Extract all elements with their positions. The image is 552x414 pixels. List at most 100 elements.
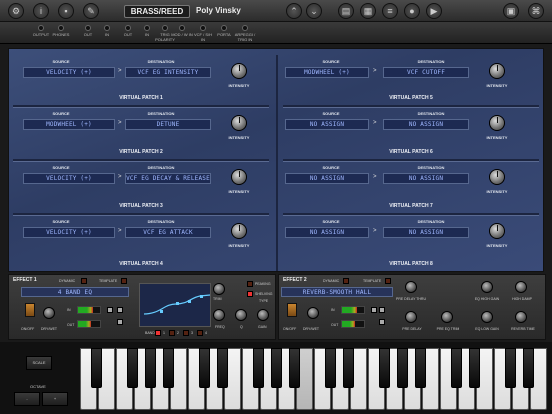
intensity-knob[interactable] [489,63,505,79]
destination-display[interactable]: VCF EG INTENSITY [125,67,211,78]
play-icon[interactable]: ▶ [426,3,442,19]
jack-vcf-sh-in[interactable]: VCF / S/H IN [192,25,214,42]
source-display[interactable]: VELOCITY (+) [23,227,115,238]
black-key[interactable] [91,348,102,388]
dry-wet-knob[interactable] [43,307,55,319]
black-key[interactable] [271,348,282,388]
jack-porta[interactable]: PORTA [213,25,235,37]
patch-icon[interactable]: ⌘ [528,3,544,19]
band-3-led[interactable] [183,330,189,336]
pre-delay-knob[interactable] [405,311,417,323]
effect-2-onoff-switch[interactable] [287,303,297,317]
black-key[interactable] [127,348,138,388]
scale-button[interactable]: SCALE [26,356,52,370]
dynamic-led[interactable] [343,278,349,284]
intensity-knob[interactable] [489,115,505,131]
black-key[interactable] [451,348,462,388]
meter-switch[interactable] [107,307,113,313]
jack-phones[interactable]: PHONES [50,25,72,37]
black-key[interactable] [289,348,300,388]
template-led[interactable] [385,278,391,284]
meter-switch[interactable] [117,319,123,325]
shelving-led[interactable] [247,291,253,297]
jack-arpeggi-trig-in[interactable]: ARPEGGI / TRIG IN [234,25,256,42]
sliders-icon[interactable]: ≡ [382,3,398,19]
q-knob[interactable] [235,309,247,321]
dry-wet-knob[interactable] [307,307,319,319]
keyboard-icon[interactable]: ▦ [360,3,376,19]
midi-icon[interactable]: ▤ [338,3,354,19]
meter-switch[interactable] [379,319,385,325]
gear-icon[interactable]: ⚙ [8,3,24,19]
gain-knob[interactable] [257,309,269,321]
black-key[interactable] [415,348,426,388]
black-key[interactable] [343,348,354,388]
eq-low-gain-knob[interactable] [481,311,493,323]
octave-up-button[interactable]: + [42,392,68,406]
meter-switch[interactable] [117,307,123,313]
save-icon[interactable]: ▪ [58,3,74,19]
source-display[interactable]: VELOCITY (+) [23,67,115,78]
trim-knob[interactable] [213,283,225,295]
black-key[interactable] [505,348,516,388]
record-icon[interactable]: ● [404,3,420,19]
destination-display[interactable]: DETUNE [125,119,211,130]
destination-display[interactable]: VCF CUTOFF [383,67,469,78]
intensity-knob[interactable] [231,63,247,79]
meter-switch[interactable] [371,307,377,313]
black-key[interactable] [397,348,408,388]
band-2-led[interactable] [169,330,175,336]
black-key[interactable] [325,348,336,388]
black-key[interactable] [379,348,390,388]
peaking-led[interactable] [247,281,253,287]
pre-eq-trim-knob[interactable] [441,311,453,323]
jack-mod-w-in[interactable]: MOD / W IN [171,25,193,37]
source-display[interactable]: NO ASSIGN [285,173,369,184]
info-icon[interactable]: i [33,3,49,19]
destination-display[interactable]: NO ASSIGN [383,227,469,238]
intensity-knob[interactable] [489,223,505,239]
meter-switch[interactable] [379,307,385,313]
dynamic-led[interactable] [81,278,87,284]
effect-1-onoff-switch[interactable] [25,303,35,317]
pre-delay-thru-knob[interactable] [405,281,417,293]
black-key[interactable] [217,348,228,388]
source-display[interactable]: VELOCITY (+) [23,173,115,184]
intensity-knob[interactable] [231,115,247,131]
reverb-time-knob[interactable] [515,311,527,323]
category-selector[interactable]: BRASS/REED [124,5,190,18]
octave-down-button[interactable]: - [14,392,40,406]
source-display[interactable]: MODWHEEL (+) [285,67,369,78]
program-name[interactable]: Poly Vinsky [196,6,241,15]
intensity-knob[interactable] [231,223,247,239]
intensity-knob[interactable] [231,169,247,185]
effect-2-preset-display[interactable]: REVERB-SMOOTH HALL [281,287,393,297]
wrench-icon[interactable]: ✎ [83,3,99,19]
eq-curve-display[interactable] [139,283,211,327]
black-key[interactable] [199,348,210,388]
black-key[interactable] [469,348,480,388]
template-led[interactable] [121,278,127,284]
synth-icon[interactable]: ▣ [503,3,519,19]
destination-display[interactable]: NO ASSIGN [383,119,469,130]
freq-knob[interactable] [213,309,225,321]
destination-display[interactable]: VCF EG ATTACK [125,227,211,238]
intensity-knob[interactable] [489,169,505,185]
black-key[interactable] [253,348,264,388]
eq-high-gain-knob[interactable] [481,281,493,293]
source-display[interactable]: NO ASSIGN [285,227,369,238]
source-display[interactable]: NO ASSIGN [285,119,369,130]
high-damp-knob[interactable] [515,281,527,293]
destination-display[interactable]: VCF EG DECAY & RELEASE [125,173,211,184]
chevron-up-icon[interactable]: ⌃ [286,3,302,19]
black-key[interactable] [523,348,534,388]
jack-in-1[interactable]: IN [96,25,118,37]
chevron-down-icon[interactable]: ⌄ [306,3,322,19]
effect-1-preset-display[interactable]: 4 BAND EQ [21,287,129,297]
black-key[interactable] [163,348,174,388]
source-display[interactable]: MODWHEEL (+) [23,119,115,130]
band-1-led[interactable] [155,330,161,336]
band-4-led[interactable] [197,330,203,336]
destination-display[interactable]: NO ASSIGN [383,173,469,184]
jack-output[interactable]: OUTPUT [30,25,52,37]
